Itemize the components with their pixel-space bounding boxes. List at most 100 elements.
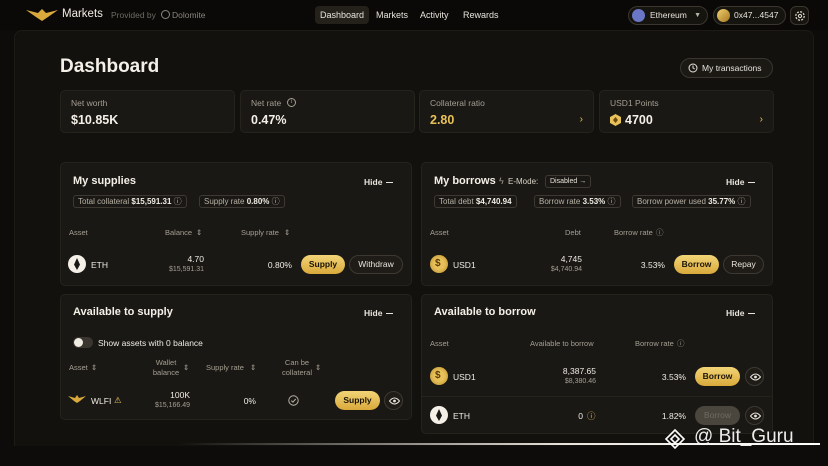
details-button[interactable] [745, 406, 764, 425]
toggle-label: Show assets with 0 balance [98, 338, 203, 348]
gear-icon [795, 11, 805, 21]
stat-net-worth: Net worth $10.85K [60, 90, 235, 133]
debt-usd: $4,740.94 [550, 266, 582, 273]
lightning-icon: ϟ [499, 176, 504, 186]
sort-icon[interactable]: ⇕ [315, 363, 321, 372]
asset-name: WLFI [91, 396, 112, 406]
sort-icon[interactable]: ⇕ [196, 228, 202, 237]
supply-button[interactable]: Supply [335, 391, 380, 410]
my-transactions-label: My transactions [702, 63, 762, 73]
wlfi-eagle-icon [68, 395, 86, 403]
asset-name: ETH [91, 260, 108, 270]
info-icon[interactable]: i [287, 98, 296, 107]
network-name: Ethereum [650, 10, 687, 20]
total-debt-label: Total debt [439, 197, 474, 206]
info-icon[interactable]: ⓘ [677, 338, 685, 349]
available-value: 0 [578, 411, 583, 421]
emode-toggle[interactable]: Disabled → [545, 175, 592, 188]
wallet-balance-usd: $15,166.49 [154, 402, 190, 409]
warning-icon[interactable]: ⚠ [114, 395, 122, 406]
show-zero-balance-toggle[interactable] [73, 337, 93, 348]
details-button[interactable] [745, 367, 764, 386]
available-to-borrow-title: Available to borrow [434, 306, 536, 318]
hide-available-borrow-button[interactable]: Hide [726, 308, 755, 318]
brand-name[interactable]: Markets [62, 8, 103, 20]
col-supply-rate[interactable]: Supply rate [206, 363, 244, 372]
wallet-balance: 100K [170, 390, 190, 400]
sort-icon[interactable]: ⇕ [183, 363, 189, 372]
stat-value: $10.85K [71, 113, 119, 127]
stat-value: 4700 [625, 113, 653, 127]
borrow-power-pill: Borrow power used 35.77% ⓘ [632, 195, 751, 208]
total-collateral-value: $15,591.31 [131, 197, 172, 206]
chevron-down-icon: ▼ [694, 12, 701, 19]
hide-available-supply-button[interactable]: Hide [364, 308, 393, 318]
chevron-right-icon: › [579, 114, 583, 125]
withdraw-button[interactable]: Withdraw [349, 255, 403, 274]
borrow-button-disabled[interactable]: Borrow [695, 406, 740, 425]
borrow-power-value: 35.77% [708, 197, 736, 206]
balance-value: 4.70 [187, 254, 204, 264]
settings-button[interactable] [790, 6, 809, 25]
col-asset[interactable]: Asset [69, 363, 88, 372]
supply-rate-value: 0.80% [246, 197, 270, 206]
stat-net-rate: Net rate i 0.47% [240, 90, 415, 133]
col-borrow-rate: Borrow rate [635, 339, 674, 348]
info-icon[interactable]: ⓘ [656, 227, 664, 238]
points-hexagon-icon [610, 114, 621, 126]
sort-icon[interactable]: ⇕ [284, 228, 290, 237]
sort-icon[interactable]: ⇕ [91, 363, 97, 372]
supply-button[interactable]: Supply [301, 255, 345, 274]
borrow-rate: 3.53% [661, 372, 686, 382]
available-value: 8,387.65 [562, 366, 596, 376]
borrow-rate: 1.82% [661, 411, 686, 421]
borrow-power-label: Borrow power used [637, 197, 706, 206]
chevron-right-icon: › [759, 114, 763, 125]
col-balance[interactable]: Balance [165, 228, 192, 237]
total-collateral-pill: Total collateral $15,591.31 ⓘ [73, 195, 187, 208]
nav-activity[interactable]: Activity [415, 6, 454, 24]
supply-rate-label: Supply rate [204, 197, 245, 206]
asset-name: USD1 [453, 260, 476, 270]
available-to-supply-title: Available to supply [73, 306, 173, 318]
total-debt-value: $4,740.94 [475, 197, 512, 206]
eth-coin-icon [430, 406, 448, 424]
repay-button[interactable]: Repay [723, 255, 764, 274]
wallet-button[interactable]: 0x47...4547 [713, 6, 786, 25]
stat-usd1-points[interactable]: USD1 Points 4700 › [599, 90, 774, 133]
page-title: Dashboard [60, 56, 160, 77]
asset-name: USD1 [453, 372, 476, 382]
stat-label: Net worth [71, 98, 108, 108]
col-supply-rate[interactable]: Supply rate [241, 228, 279, 237]
col-debt: Debt [565, 228, 581, 237]
info-warning-icon[interactable]: ⓘ [587, 410, 596, 422]
supply-rate: 0.80% [267, 260, 292, 270]
stat-value: 0.47% [251, 113, 287, 127]
borrow-button[interactable]: Borrow [695, 367, 740, 386]
details-button[interactable] [384, 391, 403, 410]
stat-label: USD1 Points [610, 98, 659, 108]
hide-supplies-button[interactable]: Hide [364, 177, 393, 187]
provided-by-label: Provided by [111, 10, 156, 20]
nav-rewards[interactable]: Rewards [458, 6, 504, 24]
supply-rate-pill: Supply rate 0.80% ⓘ [199, 195, 285, 208]
nav-dashboard[interactable]: Dashboard [315, 6, 370, 24]
col-can-be-collateral[interactable]: Can be collateral [278, 358, 316, 378]
network-selector[interactable]: Ethereum ▼ [628, 6, 708, 25]
stat-value: 2.80 [430, 113, 455, 127]
stat-collateral-ratio[interactable]: Collateral ratio 2.80 › [419, 90, 594, 133]
col-available-to-borrow: Available to borrow [530, 339, 594, 348]
stat-label: Net rate [251, 98, 282, 108]
col-asset: Asset [430, 339, 449, 348]
hide-borrows-button[interactable]: Hide [726, 177, 755, 187]
col-wallet-balance[interactable]: Wallet balance [150, 358, 182, 378]
emode-label: E-Mode: [508, 177, 539, 186]
watermark: @ Bit_Guru [694, 426, 794, 447]
borrow-button[interactable]: Borrow [674, 255, 719, 274]
wallet-address: 0x47...4547 [734, 10, 779, 20]
eagle-logo-icon[interactable] [26, 8, 58, 22]
asset-name: ETH [453, 411, 470, 421]
nav-markets[interactable]: Markets [371, 6, 413, 24]
my-transactions-button[interactable]: My transactions [680, 58, 773, 78]
sort-icon[interactable]: ⇕ [250, 363, 256, 372]
